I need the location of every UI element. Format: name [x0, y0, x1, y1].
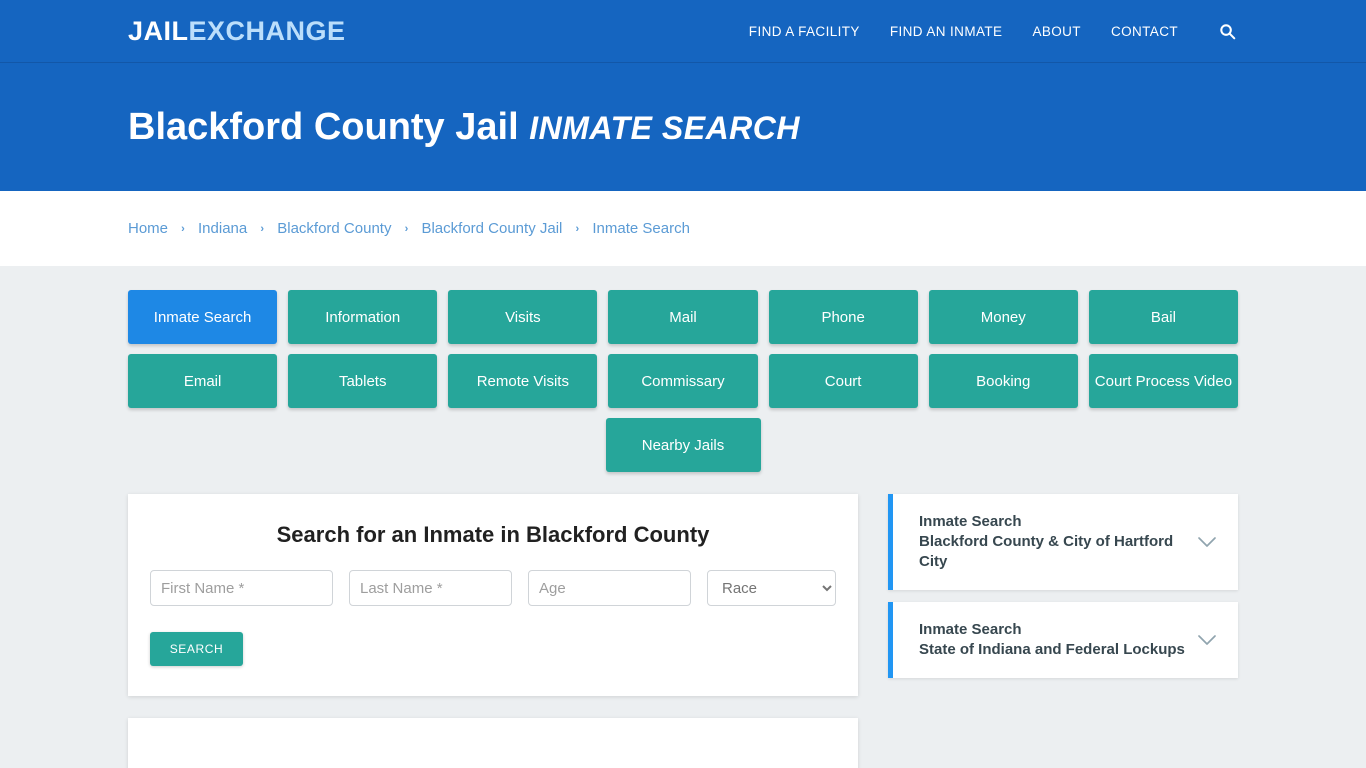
tab-court[interactable]: Court — [768, 354, 918, 408]
accordion-item-county-inmate-search[interactable]: Inmate Search Blackford County & City of… — [888, 494, 1238, 590]
tab-court-process-video[interactable]: Court Process Video — [1088, 354, 1238, 408]
main-column: Search for an Inmate in Blackford County… — [128, 494, 858, 768]
tab-inmate-search[interactable]: Inmate Search — [128, 290, 278, 344]
nav-item-contact[interactable]: CONTACT — [1111, 24, 1178, 39]
search-fields: Race — [150, 570, 836, 606]
tab-booking[interactable]: Booking — [928, 354, 1078, 408]
tab-tablets[interactable]: Tablets — [288, 354, 438, 408]
accordion-line-1: Inmate Search — [919, 513, 1022, 530]
logo-text-secondary: EXCHANGE — [188, 15, 346, 46]
page-title: Blackford County Jail INMATE SEARCH — [128, 106, 800, 149]
breadcrumb: Home › Indiana › Blackford County › Blac… — [128, 220, 690, 237]
breadcrumb-item-home[interactable]: Home — [128, 220, 168, 237]
tab-nearby-jails[interactable]: Nearby Jails — [605, 418, 761, 472]
accordion-item-state-inmate-search[interactable]: Inmate Search State of Indiana and Feder… — [888, 602, 1238, 678]
tab-money[interactable]: Money — [928, 290, 1078, 344]
tab-remote-visits[interactable]: Remote Visits — [448, 354, 598, 408]
site-logo[interactable]: JAILEXCHANGE — [128, 16, 346, 47]
first-name-input[interactable] — [150, 570, 333, 606]
chevron-down-icon[interactable] — [1196, 536, 1218, 548]
page-title-sub: INMATE SEARCH — [529, 109, 800, 146]
breadcrumb-chevron-icon: › — [181, 222, 185, 235]
tab-bail[interactable]: Bail — [1088, 290, 1238, 344]
content-columns: Search for an Inmate in Blackford County… — [128, 494, 1238, 768]
breadcrumb-chevron-icon: › — [404, 222, 409, 235]
breadcrumb-chevron-icon: › — [575, 222, 580, 235]
main-nav: FIND A FACILITY FIND AN INMATE ABOUT CON… — [749, 20, 1238, 42]
nav-item-find-a-facility[interactable]: FIND A FACILITY — [749, 24, 860, 39]
tab-email[interactable]: Email — [128, 354, 278, 408]
breadcrumb-item-indiana[interactable]: Indiana — [198, 220, 247, 237]
tab-information[interactable]: Information — [288, 290, 438, 344]
search-form-title: Search for an Inmate in Blackford County — [276, 522, 710, 547]
page-body: Inmate Search Information Visits Mail Ph… — [0, 266, 1366, 768]
last-name-input[interactable] — [349, 570, 512, 606]
tab-mail[interactable]: Mail — [608, 290, 758, 344]
logo-text-primary: JAIL — [128, 15, 189, 46]
results-card — [128, 718, 858, 768]
nav-item-find-an-inmate[interactable]: FIND AN INMATE — [890, 24, 1003, 39]
race-select[interactable]: Race — [707, 570, 836, 606]
page-title-main: Blackford County Jail — [128, 105, 519, 148]
chevron-down-icon[interactable] — [1196, 634, 1218, 646]
tab-row-1: Inmate Search Information Visits Mail Ph… — [128, 290, 1238, 344]
tab-commissary[interactable]: Commissary — [608, 354, 758, 408]
search-icon[interactable] — [1216, 20, 1238, 42]
sidebar: Inmate Search Blackford County & City of… — [888, 494, 1238, 678]
accordion-label: Inmate Search Blackford County & City of… — [919, 512, 1186, 572]
accordion-line-1: Inmate Search — [919, 621, 1022, 638]
breadcrumb-item-blackford-county-jail[interactable]: Blackford County Jail — [421, 220, 562, 237]
tab-row-2: Email Tablets Remote Visits Commissary C… — [128, 354, 1238, 408]
breadcrumb-bar: Home › Indiana › Blackford County › Blac… — [0, 191, 1366, 266]
tab-phone[interactable]: Phone — [768, 290, 918, 344]
breadcrumb-item-blackford-county[interactable]: Blackford County — [277, 220, 391, 237]
inmate-search-card: Search for an Inmate in Blackford County… — [128, 494, 858, 696]
search-button[interactable]: SEARCH — [150, 632, 243, 666]
tab-visits[interactable]: Visits — [448, 290, 598, 344]
accordion-label: Inmate Search State of Indiana and Feder… — [919, 620, 1186, 660]
nav-item-about[interactable]: ABOUT — [1032, 24, 1081, 39]
top-navigation-bar: JAILEXCHANGE FIND A FACILITY FIND AN INM… — [0, 0, 1366, 63]
age-input[interactable] — [528, 570, 691, 606]
tab-row-3: Nearby Jails — [128, 418, 1238, 472]
accordion-line-2: Blackford County & City of Hartford City — [919, 533, 1174, 570]
accordion-line-2: State of Indiana and Federal Lockups — [919, 641, 1185, 658]
page-hero: Blackford County Jail INMATE SEARCH — [0, 63, 1366, 191]
breadcrumb-item-inmate-search: Inmate Search — [592, 220, 690, 237]
breadcrumb-chevron-icon: › — [260, 222, 265, 235]
